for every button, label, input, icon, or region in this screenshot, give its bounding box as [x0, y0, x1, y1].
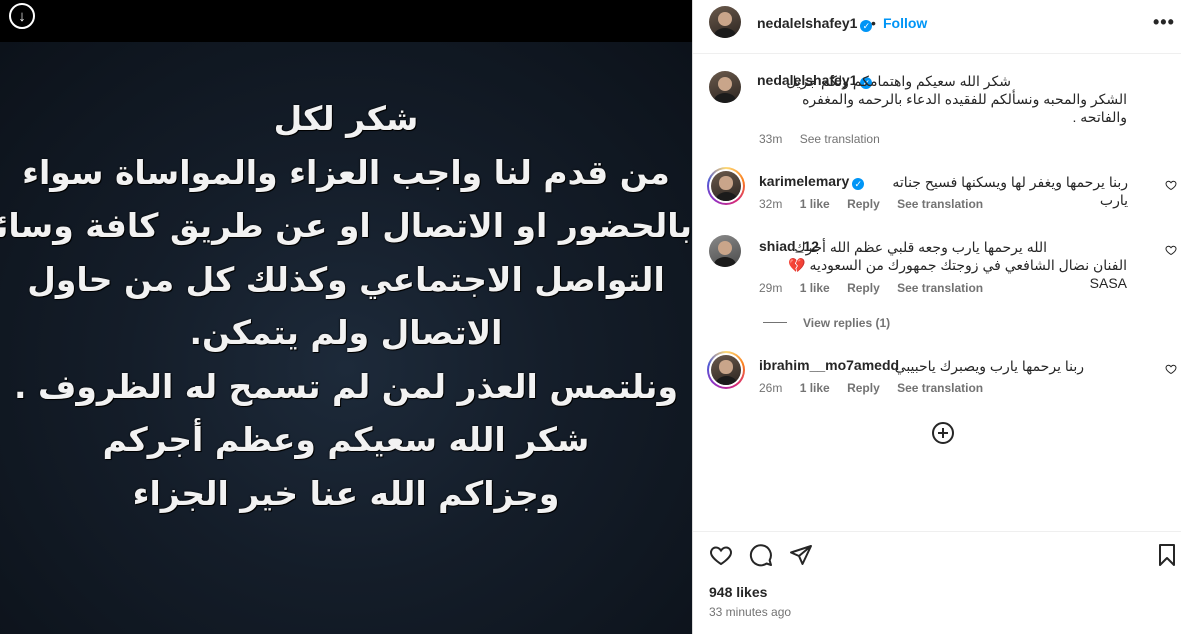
like-comment-heart-icon[interactable]	[1165, 244, 1177, 256]
comment-text: ربنا يرحمها يارب ويصبرك ياحبيبي	[894, 358, 1084, 374]
image-text-line: من قدم لنا واجب العزاء والمواساة سواء	[22, 152, 670, 192]
post-time-ago: 33 minutes ago	[709, 605, 792, 619]
caption-text: شكر الله سعيكم واهتمامكم ولكم جزيل الشكر…	[786, 73, 1127, 125]
avatar[interactable]	[709, 6, 741, 38]
separator-dot: •	[871, 15, 876, 31]
see-translation-link[interactable]: See translation	[897, 197, 983, 211]
image-text-line: الاتصال ولم يتمكن.	[189, 313, 503, 352]
image-text-line: شكر لكل	[273, 99, 419, 138]
like-heart-icon[interactable]	[709, 543, 733, 567]
media-top-bar	[0, 0, 692, 42]
story-ring[interactable]	[707, 351, 745, 389]
post-side-panel: nedalelshafey1 ✓ • Follow ••• nedalelshaf…	[692, 0, 1181, 634]
see-translation-link[interactable]: See translation	[897, 281, 983, 295]
header-username[interactable]: nedalelshafey1 ✓	[757, 15, 873, 32]
username-text[interactable]: nedalelshafey1	[757, 15, 857, 31]
comment-username[interactable]: ibrahim__mo7amedd	[759, 357, 899, 373]
like-comment-heart-icon[interactable]	[1165, 363, 1177, 375]
caption-time: 33m	[759, 132, 783, 146]
image-text-line: شكر الله سعيكم وعظم أجركم	[102, 420, 590, 459]
comment-avatar[interactable]	[711, 171, 741, 201]
username-text[interactable]: karimelemary	[759, 173, 849, 189]
save-bookmark-icon[interactable]	[1155, 543, 1179, 567]
comment-avatar[interactable]	[709, 235, 741, 267]
comment-meta: 29m 1 like Reply See translation	[759, 281, 997, 295]
comment-likes[interactable]: 1 like	[800, 381, 830, 395]
post-header: nedalelshafey1 ✓ • Follow •••	[693, 0, 1181, 54]
comment-time: 29m	[759, 281, 783, 295]
verified-badge-icon: ✓	[852, 178, 865, 190]
more-options-icon[interactable]: •••	[1153, 12, 1175, 33]
caption-avatar[interactable]	[709, 71, 741, 103]
reply-button[interactable]: Reply	[847, 381, 880, 395]
likes-count[interactable]: 948 likes	[709, 584, 767, 600]
comment-username[interactable]: karimelemary ✓	[759, 173, 865, 190]
see-translation-link[interactable]: See translation	[897, 381, 983, 395]
comment-avatar[interactable]	[711, 355, 741, 385]
comment-time: 26m	[759, 381, 783, 395]
share-paper-plane-icon[interactable]	[789, 543, 813, 567]
download-icon[interactable]: ↓	[9, 3, 35, 29]
story-ring[interactable]	[707, 167, 745, 205]
see-translation-link[interactable]: See translation	[800, 132, 880, 146]
view-replies-line	[763, 322, 787, 323]
post-media: ↓ شكر لكل من قدم لنا واجب العزاء والمواس…	[0, 0, 692, 634]
comment-likes[interactable]: 1 like	[800, 197, 830, 211]
follow-button[interactable]: Follow	[883, 15, 927, 31]
comment-meta: 26m 1 like Reply See translation	[759, 381, 997, 395]
comment-bubble-icon[interactable]	[749, 543, 773, 567]
reply-button[interactable]: Reply	[847, 197, 880, 211]
like-comment-heart-icon[interactable]	[1165, 179, 1177, 191]
username-text[interactable]: ibrahim__mo7amedd	[759, 357, 899, 373]
instagram-post-view: ↓ شكر لكل من قدم لنا واجب العزاء والمواس…	[0, 0, 1181, 634]
image-text-line: ونلتمس العذر لمن لم تسمح له الظروف .	[14, 366, 678, 406]
view-replies-button[interactable]: View replies (1)	[803, 316, 890, 330]
image-text-line: وجزاكم الله عنا خير الجزاء	[132, 473, 560, 513]
caption-meta: 33m See translation	[759, 132, 894, 146]
comment-time: 32m	[759, 197, 783, 211]
load-more-comments-icon[interactable]	[931, 421, 955, 445]
comment-likes[interactable]: 1 like	[800, 281, 830, 295]
post-image-text: شكر لكل من قدم لنا واجب العزاء والمواساة…	[0, 92, 692, 520]
comment-meta: 32m 1 like Reply See translation	[759, 197, 997, 211]
post-actions: 948 likes 33 minutes ago	[693, 531, 1181, 634]
image-text-line: بالحضور او الاتصال او عن طريق كافة وسائل	[0, 206, 692, 245]
reply-button[interactable]: Reply	[847, 281, 880, 295]
image-text-line: التواصل الاجتماعي وكذلك كل من حاول	[27, 259, 665, 299]
